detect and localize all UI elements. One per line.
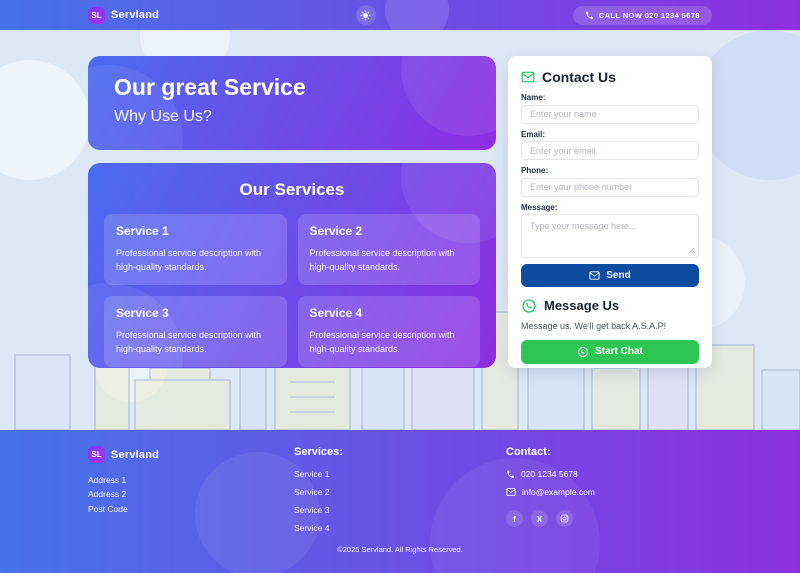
name-label: Name: <box>521 93 699 102</box>
facebook-glyph: f <box>513 514 516 524</box>
start-chat-button[interactable]: Start Chat <box>521 340 699 364</box>
mail-icon <box>521 70 535 84</box>
footer-service-link[interactable]: Service 1 <box>294 469 506 479</box>
hero-subtitle: Why Use Us? <box>114 108 470 126</box>
footer-phone-link[interactable]: 020 1234 5678 <box>506 469 712 479</box>
facebook-icon[interactable]: f <box>506 510 523 527</box>
footer-contact-title: Contact: <box>506 446 712 458</box>
footer-services-title: Services: <box>294 446 506 458</box>
footer-email-address: info@example.com <box>522 487 595 497</box>
textarea-resize-handle[interactable] <box>688 247 695 254</box>
services-section: Our Services Service 1 Professional serv… <box>88 163 496 368</box>
footer-service-link[interactable]: Service 2 <box>294 487 506 497</box>
message-us-text: Message us. We'll get back A.S.A.P! <box>521 321 699 331</box>
message-textarea[interactable] <box>521 214 699 258</box>
footer: SL Servland Address 1 Address 2 Post Cod… <box>0 430 800 573</box>
whatsapp-icon <box>521 298 537 314</box>
message-label: Message: <box>521 203 699 212</box>
call-now-button[interactable]: CALL NOW 020 1234 5678 <box>573 6 712 25</box>
service-description: Professional service description with hi… <box>116 247 275 275</box>
address-line: Address 2 <box>88 487 294 501</box>
footer-email-link[interactable]: info@example.com <box>506 487 712 497</box>
message-us-title: Message Us <box>544 298 619 313</box>
name-input[interactable] <box>521 105 699 124</box>
service-title: Service 4 <box>310 306 469 320</box>
main-content: Our great Service Why Use Us? Our Servic… <box>88 56 712 368</box>
service-description: Professional service description with hi… <box>310 247 469 275</box>
hero-card: Our great Service Why Use Us? <box>88 56 496 150</box>
mail-icon <box>506 487 516 497</box>
address-line: Post Code <box>88 502 294 516</box>
footer-service-link[interactable]: Service 4 <box>294 523 506 533</box>
background-blob <box>0 60 90 180</box>
footer-service-link[interactable]: Service 3 <box>294 505 506 515</box>
email-input[interactable] <box>521 141 699 160</box>
send-label: Send <box>606 270 630 281</box>
footer-logo[interactable]: SL Servland <box>88 446 294 463</box>
instagram-icon[interactable] <box>556 510 573 527</box>
send-button[interactable]: Send <box>521 264 699 287</box>
service-card: Service 4 Professional service descripti… <box>298 296 481 367</box>
phone-icon <box>585 11 594 20</box>
contact-panel: Contact Us Name: Email: Phone: Message: <box>508 56 712 368</box>
address-line: Address 1 <box>88 473 294 487</box>
service-description: Professional service description with hi… <box>310 329 469 357</box>
service-title: Service 1 <box>116 224 275 238</box>
copyright-text: ©2025 Servland. All Rights Reserved. <box>0 545 800 554</box>
email-label: Email: <box>521 130 699 139</box>
services-title: Our Services <box>104 180 480 200</box>
footer-brand-name: Servland <box>111 449 159 461</box>
social-links: f X <box>506 510 712 527</box>
theme-toggle-button[interactable] <box>356 5 376 25</box>
service-card: Service 3 Professional service descripti… <box>104 296 287 367</box>
service-description: Professional service description with hi… <box>116 329 275 357</box>
chat-whatsapp-icon <box>577 346 589 358</box>
brand-name: Servland <box>111 9 159 21</box>
service-card: Service 2 Professional service descripti… <box>298 214 481 285</box>
service-card: Service 1 Professional service descripti… <box>104 214 287 285</box>
navbar-logo[interactable]: SL Servland <box>88 7 159 24</box>
phone-icon <box>506 470 515 479</box>
x-glyph: X <box>537 514 543 524</box>
contact-form-title: Contact Us <box>542 69 616 85</box>
phone-input[interactable] <box>521 178 699 197</box>
x-twitter-icon[interactable]: X <box>531 510 548 527</box>
sun-icon <box>360 10 371 21</box>
footer-phone-number: 020 1234 5678 <box>521 469 578 479</box>
send-mail-icon <box>589 270 600 281</box>
phone-label: Phone: <box>521 166 699 175</box>
hero-title: Our great Service <box>114 74 470 101</box>
logo-badge: SL <box>88 7 105 24</box>
service-title: Service 3 <box>116 306 275 320</box>
service-title: Service 2 <box>310 224 469 238</box>
start-chat-label: Start Chat <box>595 346 643 357</box>
navbar: SL Servland CALL NOW 020 1234 5678 <box>0 0 800 30</box>
footer-logo-badge: SL <box>88 446 105 463</box>
instagram-glyph <box>560 514 569 523</box>
footer-address: Address 1 Address 2 Post Code <box>88 473 294 516</box>
call-now-label: CALL NOW 020 1234 5678 <box>599 11 700 20</box>
